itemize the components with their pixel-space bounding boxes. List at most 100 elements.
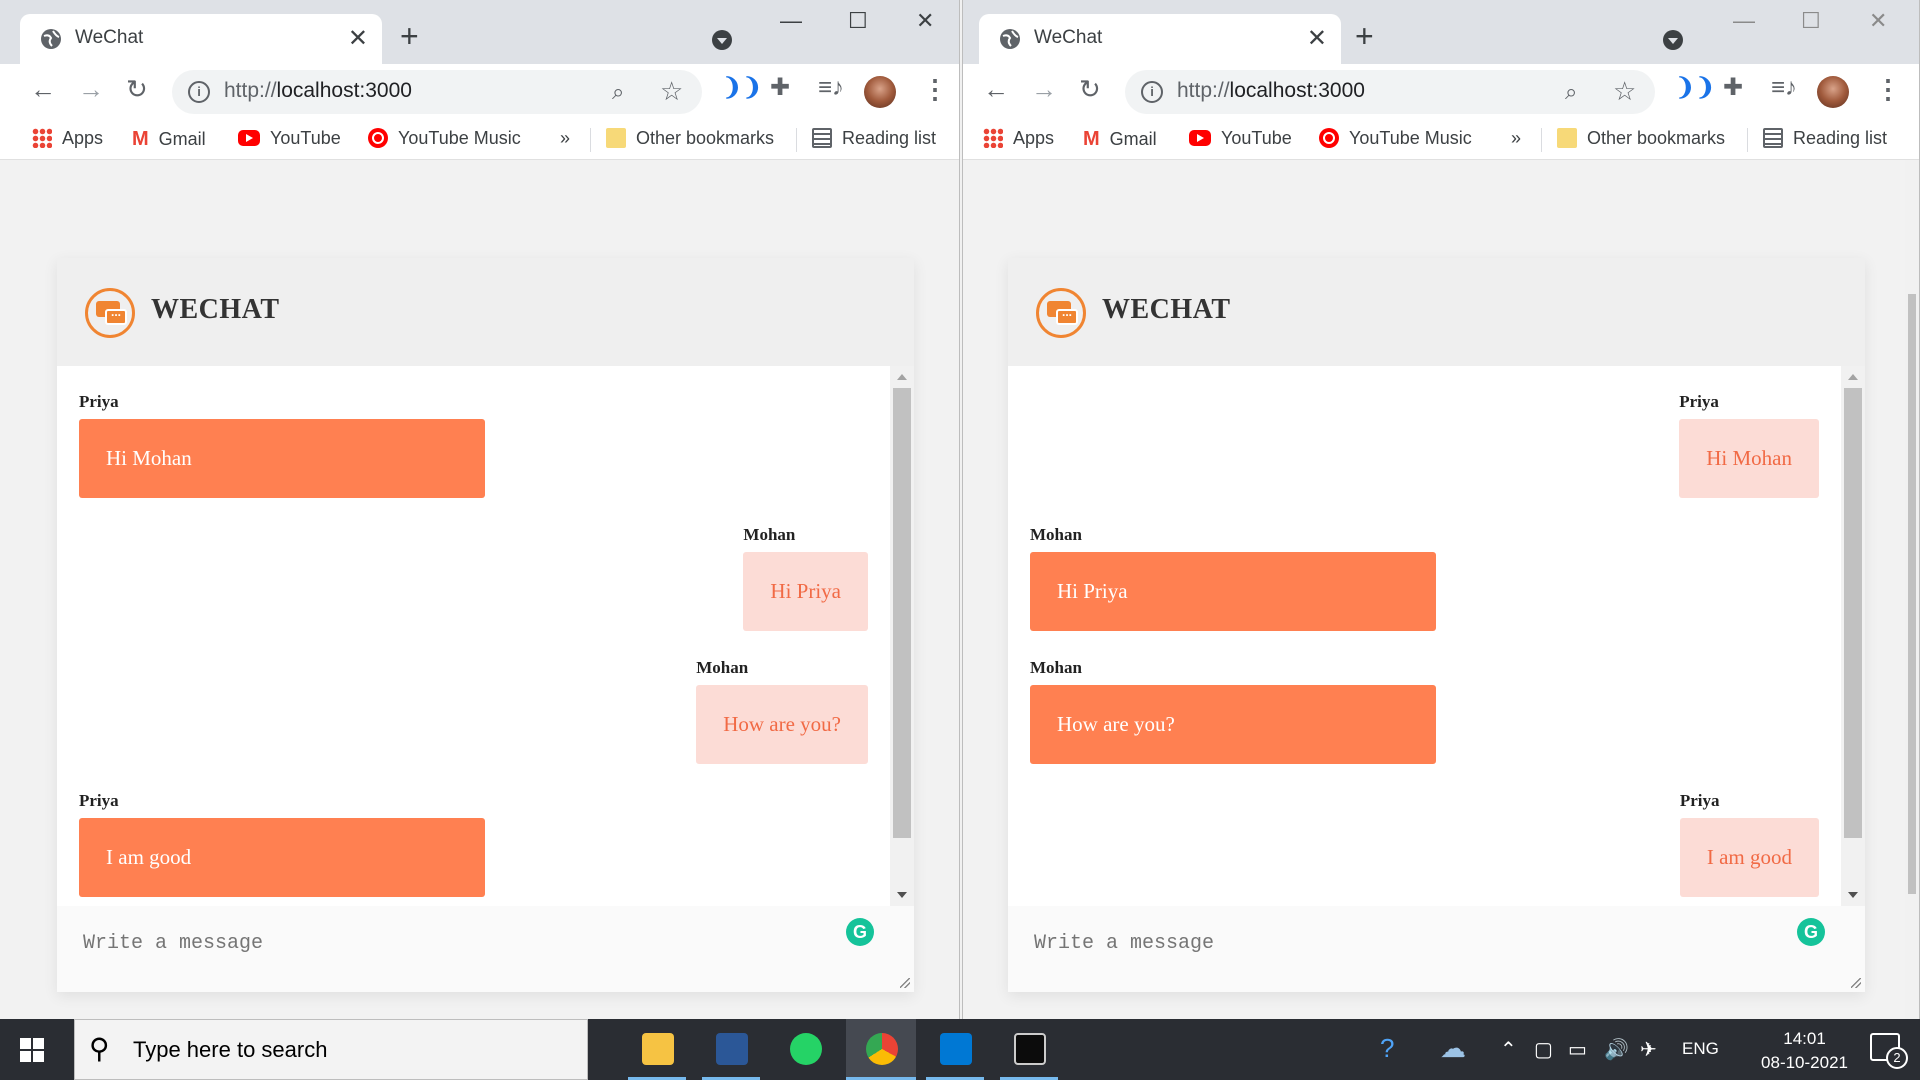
bookmark-youtube[interactable]: YouTube [238, 128, 341, 149]
bookmark-apps[interactable]: Apps [983, 128, 1054, 149]
grammarly-icon[interactable]: G [846, 918, 874, 946]
extensions-icon[interactable]: ✚ [770, 76, 790, 100]
close-icon[interactable]: ✕ [1307, 24, 1327, 53]
tab-wechat[interactable]: WeChat ✕ [20, 14, 382, 64]
terminal-app[interactable] [994, 1019, 1064, 1080]
star-icon[interactable]: ☆ [1613, 76, 1636, 107]
meet-now-icon[interactable]: ▢ [1534, 1037, 1553, 1062]
bookmark-apps[interactable]: Apps [32, 128, 103, 149]
resize-grip-icon[interactable] [1851, 978, 1861, 988]
tab-search-icon[interactable] [1663, 30, 1683, 50]
message-bubble: I am good [1679, 818, 1819, 897]
notification-icon[interactable]: 2 [1870, 1033, 1908, 1069]
new-tab-icon[interactable]: + [1355, 20, 1374, 52]
media-control-icon[interactable]: ≡♪ [1771, 76, 1797, 100]
scroll-down-icon[interactable] [897, 892, 907, 898]
page-scroll-thumb[interactable] [1908, 294, 1916, 894]
search-icon: ⚲ [89, 1033, 110, 1064]
menu-icon[interactable]: ⋮ [1875, 74, 1901, 105]
scroll-down-icon[interactable] [1848, 892, 1858, 898]
youtube-music-icon [1319, 128, 1339, 148]
language-indicator[interactable]: ENG [1682, 1039, 1719, 1059]
youtube-icon [1189, 130, 1211, 146]
page-scrollbar[interactable] [1905, 160, 1919, 1019]
profile-avatar[interactable] [864, 76, 896, 108]
address-bar[interactable]: i http://localhost:3000 ⌕ ☆ [1125, 70, 1655, 114]
chevron-up-icon[interactable]: ⌃ [1500, 1037, 1517, 1062]
message-scrollbar[interactable] [1841, 366, 1865, 906]
reload-icon[interactable]: ↻ [126, 76, 148, 102]
help-icon[interactable]: ? [1380, 1033, 1394, 1064]
message-scrollbar[interactable] [890, 366, 914, 906]
close-window-icon[interactable]: ✕ [1869, 8, 1887, 34]
battery-icon[interactable]: ▭ [1568, 1037, 1587, 1062]
message-input[interactable] [57, 906, 914, 992]
tab-wechat[interactable]: WeChat ✕ [979, 14, 1341, 64]
bookmark-other[interactable]: Other bookmarks [1557, 128, 1725, 149]
media-extension-icon[interactable]: ❩❩ [1675, 76, 1715, 100]
maximize-icon[interactable]: ☐ [848, 8, 868, 34]
star-icon[interactable]: ☆ [660, 76, 683, 107]
windows-start-icon[interactable] [20, 1038, 44, 1062]
media-control-icon[interactable]: ≡♪ [818, 76, 844, 100]
volume-icon[interactable]: 🔊 [1604, 1037, 1629, 1062]
new-tab-icon[interactable]: + [400, 20, 419, 52]
info-icon[interactable]: i [1141, 81, 1163, 103]
onedrive-icon[interactable]: ☁ [1440, 1033, 1466, 1064]
forward-icon[interactable]: → [78, 76, 104, 102]
zoom-icon[interactable]: ⌕ [1565, 79, 1577, 105]
vscode-icon [940, 1033, 972, 1065]
bookmark-youtube-music[interactable]: YouTube Music [1319, 128, 1472, 149]
zoom-icon[interactable]: ⌕ [612, 79, 624, 105]
bookmark-reading-list[interactable]: Reading list [812, 128, 936, 149]
minimize-icon[interactable]: — [1733, 8, 1755, 34]
scroll-thumb[interactable] [1844, 388, 1862, 838]
message-list[interactable]: Priya Hi Mohan Mohan Hi Priya Mohan How … [1008, 366, 1841, 906]
forward-icon[interactable]: → [1031, 76, 1057, 102]
file-explorer-app[interactable] [622, 1019, 692, 1080]
menu-icon[interactable]: ⋮ [922, 74, 948, 105]
whatsapp-app[interactable] [770, 1019, 840, 1080]
close-window-icon[interactable]: ✕ [916, 8, 934, 34]
address-bar[interactable]: i http://localhost:3000 ⌕ ☆ [172, 70, 702, 114]
media-extension-icon[interactable]: ❩❩ [722, 76, 762, 100]
brand-title: WECHAT [1102, 294, 1231, 325]
scroll-up-icon[interactable] [1848, 374, 1858, 380]
message-input[interactable] [1008, 906, 1865, 992]
message-list[interactable]: Priya Hi Mohan Mohan Hi Priya Mohan How … [57, 366, 890, 906]
browser-toolbar: ← → ↻ i http://localhost:3000 ⌕ ☆ ❩❩ ✚ ≡… [963, 64, 1919, 120]
back-icon[interactable]: ← [983, 76, 1009, 102]
browser-window-right: WeChat ✕ + — ☐ ✕ ← → ↻ i http://localhos… [962, 0, 1920, 1019]
airplane-icon[interactable]: ✈ [1640, 1037, 1657, 1062]
scroll-up-icon[interactable] [897, 374, 907, 380]
back-icon[interactable]: ← [30, 76, 56, 102]
taskbar-search[interactable]: ⚲ Type here to search [74, 1019, 588, 1080]
bookmark-youtube[interactable]: YouTube [1189, 128, 1292, 149]
bookmark-gmail[interactable]: M Gmail [132, 128, 206, 151]
bookmark-youtube-music[interactable]: YouTube Music [368, 128, 521, 149]
bookmark-gmail[interactable]: M Gmail [1083, 128, 1157, 151]
reload-icon[interactable]: ↻ [1079, 76, 1101, 102]
clock[interactable]: 14:01 08-10-2021 [1761, 1027, 1848, 1075]
bookmark-reading-list[interactable]: Reading list [1763, 128, 1887, 149]
vscode-app[interactable] [920, 1019, 990, 1080]
info-icon[interactable]: i [188, 81, 210, 103]
extensions-icon[interactable]: ✚ [1723, 76, 1743, 100]
maximize-icon[interactable]: ☐ [1801, 8, 1821, 34]
message-sender: Priya [1679, 392, 1719, 411]
scroll-thumb[interactable] [893, 388, 911, 838]
minimize-icon[interactable]: — [780, 8, 802, 34]
chrome-app[interactable] [846, 1019, 916, 1080]
close-icon[interactable]: ✕ [348, 24, 368, 53]
grammarly-icon[interactable]: G [1797, 918, 1825, 946]
profile-avatar[interactable] [1817, 76, 1849, 108]
bookmarks-overflow[interactable]: » [1511, 128, 1521, 149]
clock-time: 14:01 [1783, 1029, 1826, 1048]
bookmarks-overflow[interactable]: » [560, 128, 570, 149]
terminal-icon [1014, 1033, 1046, 1065]
tab-search-icon[interactable] [712, 30, 732, 50]
resize-grip-icon[interactable] [900, 978, 910, 988]
bookmark-other[interactable]: Other bookmarks [606, 128, 774, 149]
tab-title: WeChat [75, 27, 144, 48]
word-app[interactable] [696, 1019, 766, 1080]
